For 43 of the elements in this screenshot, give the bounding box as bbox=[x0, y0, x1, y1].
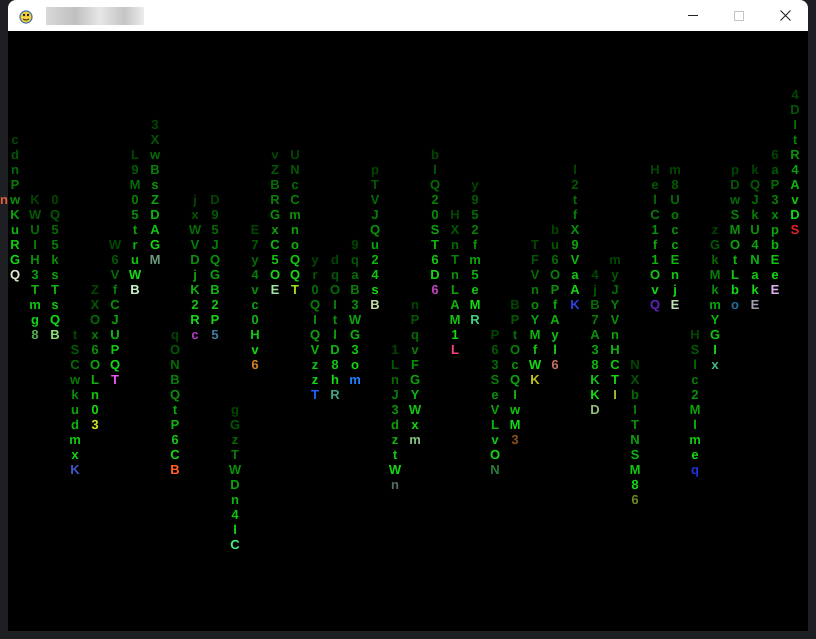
minimize-icon[interactable] bbox=[688, 15, 698, 16]
code-column: bu6OPfAyl6 bbox=[548, 31, 562, 552]
code-column: E7y4vc0Hv6 bbox=[248, 31, 262, 552]
code-column: dqOItlD8hR bbox=[328, 31, 342, 552]
code-column: qONBQtP6CB bbox=[168, 31, 182, 552]
code-column: D95JQGB2P5 bbox=[208, 31, 222, 552]
code-column: 9qaB3WG3om bbox=[348, 31, 362, 552]
code-column: tSCwkudmxK bbox=[68, 31, 82, 552]
code-column: UNcCmnoQQT bbox=[288, 31, 302, 552]
code-column: 6aP3xpbEeE bbox=[768, 31, 782, 552]
code-column: KWUIH3Tmg8 bbox=[28, 31, 42, 552]
code-column: pTVJQu24sB bbox=[368, 31, 382, 552]
code-column: L9M05truWB bbox=[128, 31, 142, 552]
code-column: jxWVDjK2Rc bbox=[188, 31, 202, 552]
code-column: zGkMkmYGIx bbox=[708, 31, 722, 552]
code-column: blQ20ST6D6 bbox=[428, 31, 442, 552]
code-column: l2tfX9VaAK bbox=[568, 31, 582, 552]
code-column: ZXOx6OLn03 bbox=[88, 31, 102, 552]
code-column: HSlc2Mlmeq bbox=[688, 31, 702, 552]
code-column: BPtOcQIwM3 bbox=[508, 31, 522, 552]
code-column: kQJkU4NakE bbox=[748, 31, 762, 552]
code-column: 4jB7A38KKD bbox=[588, 31, 602, 552]
code-column: HelC1f1OvQ bbox=[648, 31, 662, 552]
code-column: pDwSMOtLbo bbox=[728, 31, 742, 552]
code-column: y952fm5eMR bbox=[468, 31, 482, 552]
code-column: 0Q55ksTsQB bbox=[48, 31, 62, 552]
code-column: cdnPwKuRGQ bbox=[8, 31, 22, 552]
code-column: 4DItR4AvDS bbox=[788, 31, 802, 552]
code-column: P63SeVLvON bbox=[488, 31, 502, 552]
code-column: gGzTWDn4lC bbox=[228, 31, 242, 552]
code-column: vZBRGxC5OE bbox=[268, 31, 282, 552]
close-icon[interactable] bbox=[780, 10, 790, 21]
code-column: myJYVnHCTI bbox=[608, 31, 622, 552]
code-column: HXnTnLAM1L bbox=[448, 31, 462, 552]
code-column: nPqvFGYWxm bbox=[408, 31, 422, 552]
code-column: yr0QIQVzzT bbox=[308, 31, 322, 552]
code-column: m8UoccEnjE bbox=[668, 31, 682, 552]
code-column: TFVnoYMfWK bbox=[528, 31, 542, 552]
code-column: 1LnJ3dztWn bbox=[388, 31, 402, 552]
code-column: NXbITNSM86 bbox=[628, 31, 642, 552]
code-column: 3XwBsZDAGM bbox=[148, 31, 162, 552]
code-column: W6VfCJUPQT bbox=[108, 31, 122, 552]
backdrop-glyph: n bbox=[0, 192, 8, 207]
